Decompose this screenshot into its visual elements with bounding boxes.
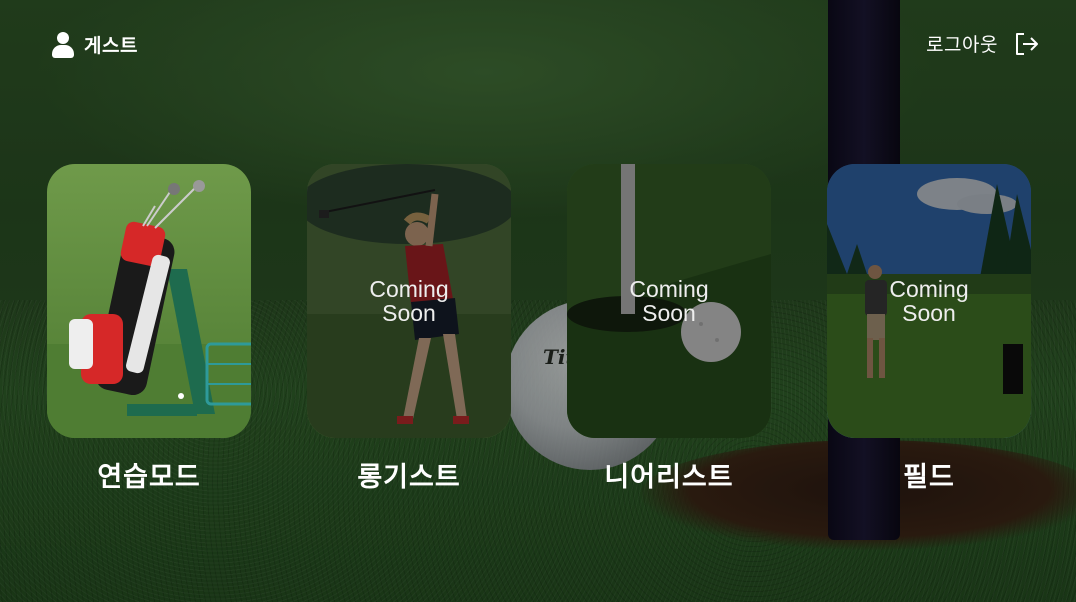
mode-card-longest[interactable]: Coming Soon 롱기스트 [307, 164, 511, 494]
mode-card-list: 연습모드 Coming Soon 롱기스트 Coming Soon 니어리스트 … [0, 0, 1076, 602]
soon-label: Soon [902, 300, 956, 326]
mode-title-field: 필드 [903, 462, 955, 493]
mode-title-longest: 롱기스트 [357, 462, 461, 493]
coming-soon-overlay: Coming Soon [827, 164, 1031, 438]
coming-soon-overlay: Coming Soon [307, 164, 511, 438]
mode-card-nearest[interactable]: Coming Soon 니어리스트 [567, 164, 771, 494]
coming-soon-overlay: Coming Soon [567, 164, 771, 438]
coming-label: Coming [369, 276, 449, 302]
nearest-thumbnail: Coming Soon [567, 164, 771, 438]
field-thumbnail: Coming Soon [827, 164, 1031, 438]
mode-title-nearest: 니어리스트 [604, 462, 734, 493]
practice-thumbnail [47, 164, 251, 438]
coming-label: Coming [629, 276, 709, 302]
mode-title-practice: 연습모드 [97, 462, 201, 493]
mode-card-field[interactable]: Coming Soon 필드 [827, 164, 1031, 494]
coming-label: Coming [889, 276, 969, 302]
soon-label: Soon [642, 300, 696, 326]
soon-label: Soon [382, 300, 436, 326]
longest-thumbnail: Coming Soon [307, 164, 511, 438]
mode-card-practice[interactable]: 연습모드 [47, 164, 251, 494]
